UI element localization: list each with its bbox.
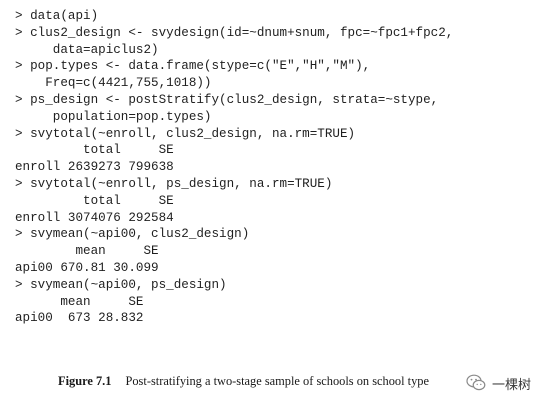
code-line: mean SE <box>15 294 144 309</box>
watermark-text: 一棵树 <box>492 377 532 393</box>
code-line: api00 673 28.832 <box>15 311 144 326</box>
code-line: > svymean(~api00, ps_design) <box>15 277 227 292</box>
code-line: api00 670.81 30.099 <box>15 260 159 275</box>
code-line: > svytotal(~enroll, ps_design, na.rm=TRU… <box>15 176 333 191</box>
figure-label: Figure 7.1 <box>58 374 112 388</box>
watermark: 一棵树 <box>466 372 550 394</box>
code-line: data=apiclus2) <box>15 42 159 57</box>
code-line: Freq=c(4421,755,1018)) <box>15 76 212 91</box>
code-line: > ps_design <- postStratify(clus2_design… <box>15 92 439 107</box>
r-code-listing: > data(api) > clus2_design <- svydesign(i… <box>15 8 545 327</box>
code-line: enroll 2639273 799638 <box>15 160 174 175</box>
code-line: total SE <box>15 143 174 158</box>
code-line: > pop.types <- data.frame(stype=c("E","H… <box>15 59 371 74</box>
code-line: population=pop.types) <box>15 109 212 124</box>
code-line: total SE <box>15 193 174 208</box>
figure-caption: Figure 7.1 Post-stratifying a two-stage s… <box>58 374 458 389</box>
code-line: > svymean(~api00, clus2_design) <box>15 227 250 242</box>
code-line: mean SE <box>15 244 159 259</box>
figure-caption-text: Post-stratifying a two-stage sample of s… <box>125 374 429 388</box>
code-line: > clus2_design <- svydesign(id=~dnum+snu… <box>15 25 454 40</box>
code-line: > data(api) <box>15 9 99 23</box>
code-line: > svytotal(~enroll, clus2_design, na.rm=… <box>15 126 356 141</box>
code-line: enroll 3074076 292584 <box>15 210 174 225</box>
wechat-icon <box>466 374 486 391</box>
